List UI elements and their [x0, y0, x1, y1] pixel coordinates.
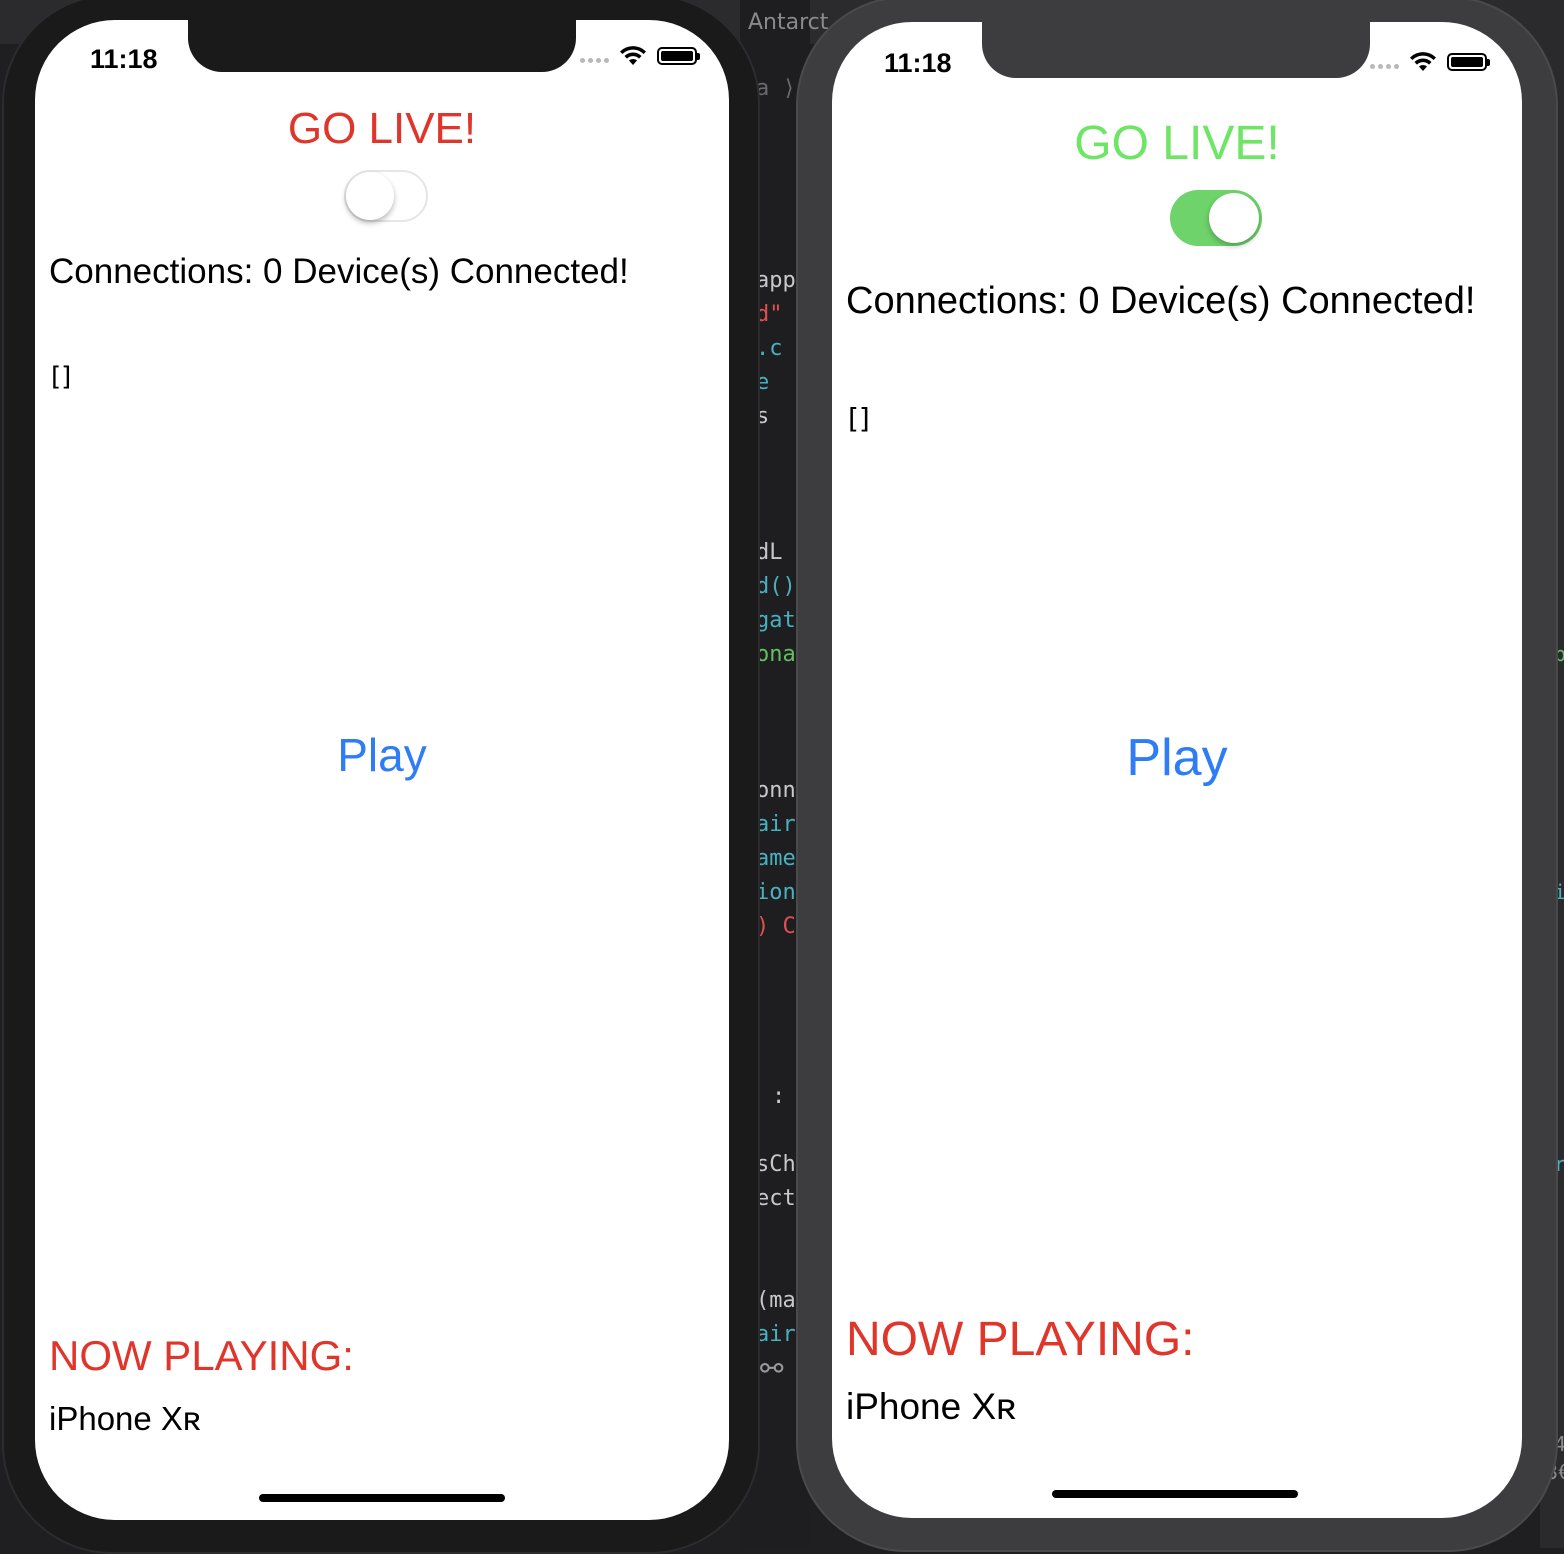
xcode-breadcrumb[interactable]: a ⟩: [756, 76, 796, 101]
play-button[interactable]: Play: [35, 728, 729, 782]
connections-label: Connections: 0 Device(s) Connected!: [846, 280, 1476, 322]
battery-icon: [1447, 53, 1490, 71]
toggle-knob: [346, 172, 394, 220]
go-live-label: GO LIVE!: [1074, 117, 1280, 170]
code-fragment: ) C: [756, 914, 796, 939]
now-playing-label: NOW PLAYING:: [49, 1332, 354, 1379]
peers-list: []: [848, 402, 870, 435]
toggle-knob: [1209, 193, 1259, 243]
code-fragment: sCh: [756, 1152, 796, 1177]
signal-icon: [1370, 63, 1399, 69]
connections-label: Connections: 0 Device(s) Connected!: [49, 252, 629, 291]
code-fragment: air: [756, 1322, 796, 1347]
code-fragment: ona: [756, 642, 796, 667]
device-notch: [188, 20, 576, 72]
battery-icon: [657, 47, 700, 65]
home-indicator[interactable]: [1052, 1490, 1298, 1498]
code-fragment: :: [772, 1084, 786, 1109]
status-bar-time: 11:18: [90, 44, 158, 74]
device-notch: [982, 22, 1370, 78]
play-button[interactable]: Play: [832, 728, 1522, 788]
xcode-window-title: Antarct: [748, 10, 829, 35]
code-fragment: ion: [756, 880, 796, 905]
simulator-device-right: 11:18 GO LIVE! Connections: 0 Device(s) …: [796, 0, 1558, 1552]
peers-list: []: [51, 362, 72, 392]
code-fragment: air: [756, 812, 796, 837]
code-fragment: ame: [756, 846, 796, 871]
code-fragment: (ma: [756, 1288, 796, 1313]
code-fragment: onn: [756, 778, 796, 803]
code-fragment: ect: [756, 1186, 796, 1211]
code-fragment: gat: [756, 608, 796, 633]
now-playing-device: iPhone Xʀ: [846, 1386, 1017, 1427]
code-fragment: d(): [756, 574, 796, 599]
code-fragment: app: [756, 268, 796, 293]
wifi-icon: [620, 46, 646, 65]
now-playing-device: iPhone Xʀ: [49, 1400, 201, 1437]
status-bar-time: 11:18: [884, 48, 952, 78]
hub-icon[interactable]: ⚯: [760, 1352, 783, 1385]
now-playing-label: NOW PLAYING:: [846, 1313, 1195, 1366]
simulator-device-left: 11:18 GO LIVE! Connections: 0 Device(s) …: [2, 0, 760, 1554]
device-screen: 11:18 GO LIVE! Connections: 0 Device(s) …: [832, 22, 1522, 1518]
go-live-toggle[interactable]: [344, 170, 428, 222]
go-live-label: GO LIVE!: [287, 104, 477, 153]
go-live-toggle[interactable]: [1170, 190, 1262, 246]
home-indicator[interactable]: [259, 1494, 505, 1502]
status-bar-indicators: [1370, 52, 1490, 72]
signal-icon: [580, 57, 609, 63]
status-bar-indicators: [580, 46, 700, 66]
wifi-icon: [1410, 52, 1436, 71]
device-screen: 11:18 GO LIVE! Connections: 0 Device(s) …: [35, 20, 729, 1520]
